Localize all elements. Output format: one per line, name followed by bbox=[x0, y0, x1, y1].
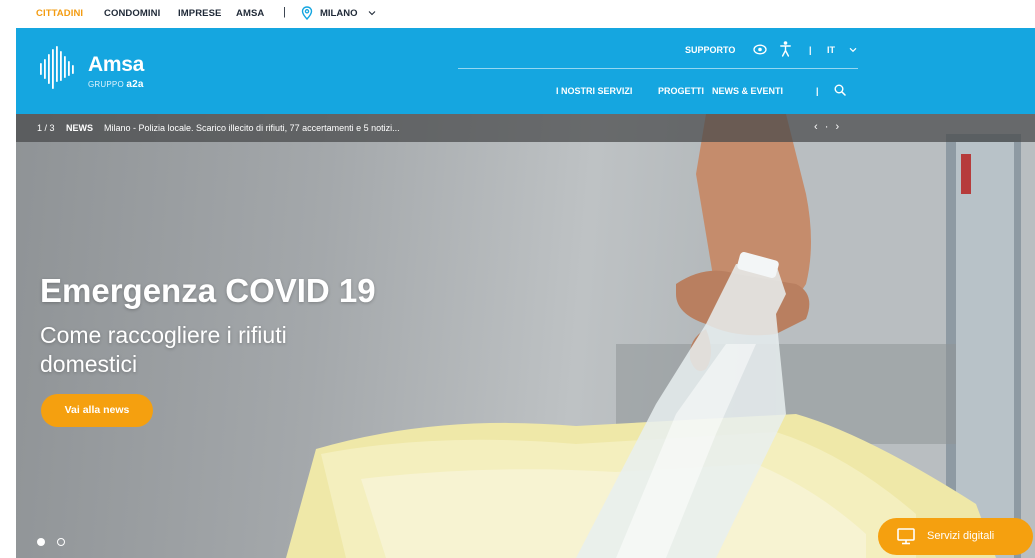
news-ticker-arrows[interactable]: ‹ · › bbox=[814, 121, 841, 133]
hero-cta-button[interactable]: Vai alla news bbox=[41, 394, 153, 427]
logo-group-label: GRUPPO a2a bbox=[88, 79, 144, 90]
slider-dot-1[interactable] bbox=[37, 538, 45, 546]
monitor-icon bbox=[897, 528, 915, 545]
hero-subtitle: Come raccogliere i rifiuti domestici bbox=[40, 322, 287, 377]
news-ticker: 1 / 3 NEWS Milano - Polizia locale. Scar… bbox=[16, 114, 1035, 142]
accessibility-icon[interactable] bbox=[780, 41, 791, 57]
utility-link-imprese[interactable]: IMPRESE bbox=[178, 8, 221, 19]
header-divider bbox=[458, 68, 858, 69]
utility-separator: | bbox=[283, 6, 286, 18]
nav-progetti[interactable]: PROGETTI bbox=[658, 86, 704, 96]
news-headline-link[interactable]: Milano - Polizia locale. Scarico illecit… bbox=[104, 123, 400, 133]
utility-link-cittadini[interactable]: CITTADINI bbox=[36, 8, 83, 19]
nav-news-eventi[interactable]: NEWS & EVENTI bbox=[712, 86, 783, 96]
city-selector[interactable]: MILANO bbox=[320, 8, 357, 19]
hero-title: Emergenza COVID 19 bbox=[40, 272, 376, 309]
utility-link-condomini[interactable]: CONDOMINI bbox=[104, 8, 160, 19]
hero-slider: 1 / 3 NEWS Milano - Polizia locale. Scar… bbox=[16, 114, 1035, 558]
utility-link-amsa[interactable]: AMSA bbox=[236, 8, 264, 19]
logo-mark-icon bbox=[40, 46, 74, 89]
site-header: Amsa GRUPPO a2a SUPPORTO | IT I NOSTRI S… bbox=[16, 28, 1035, 114]
location-pin-icon[interactable] bbox=[301, 6, 313, 20]
slider-dot-2[interactable] bbox=[57, 538, 65, 546]
digital-services-button[interactable]: Servizi digitali bbox=[878, 518, 1033, 555]
language-chevron-icon[interactable] bbox=[849, 47, 857, 53]
nav-separator: | bbox=[816, 86, 819, 96]
language-selector[interactable]: IT bbox=[827, 45, 835, 55]
amsa-logo[interactable]: Amsa GRUPPO a2a bbox=[38, 44, 178, 94]
eye-icon[interactable] bbox=[753, 44, 767, 55]
search-icon[interactable] bbox=[834, 84, 846, 96]
digital-services-label: Servizi digitali bbox=[927, 530, 995, 542]
news-tag: NEWS bbox=[66, 123, 93, 133]
nav-i-nostri-servizi[interactable]: I NOSTRI SERVIZI bbox=[556, 86, 632, 96]
support-link[interactable]: SUPPORTO bbox=[685, 45, 735, 55]
logo-wordmark: Amsa bbox=[88, 53, 144, 76]
chevron-down-icon[interactable] bbox=[368, 9, 376, 17]
news-counter: 1 / 3 bbox=[37, 123, 55, 133]
utility-bar: CITTADINI CONDOMINI IMPRESE AMSA | MILAN… bbox=[0, 0, 1035, 28]
header-separator: | bbox=[809, 45, 812, 55]
